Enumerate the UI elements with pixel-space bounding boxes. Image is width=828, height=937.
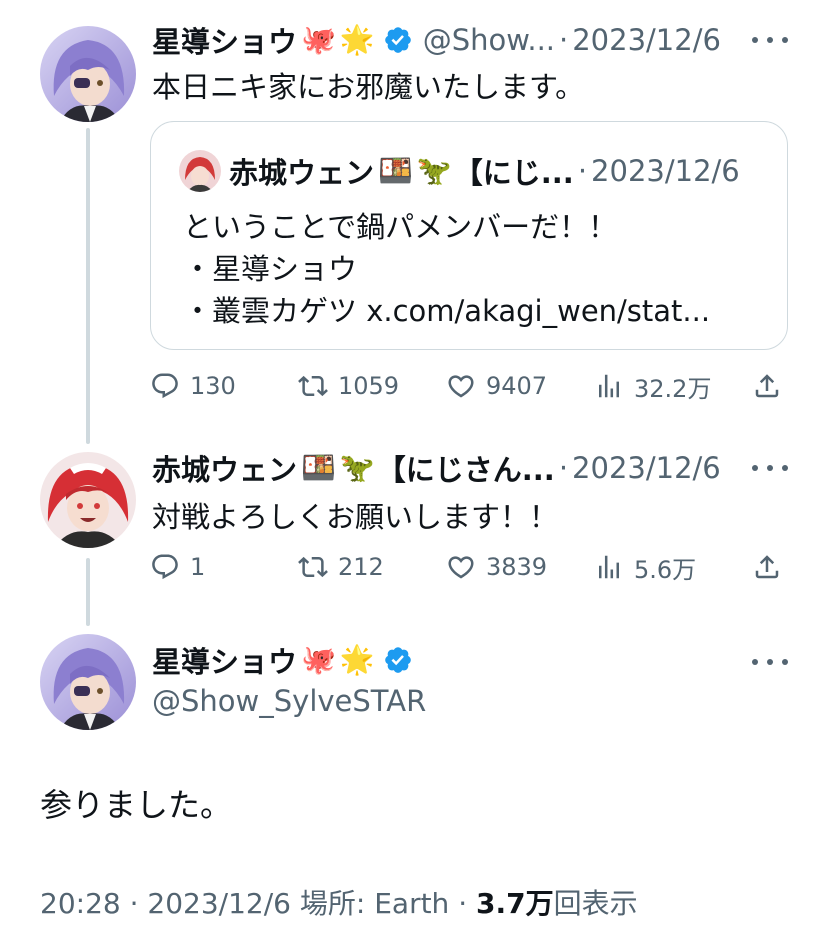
reply-count: 130 [190,372,236,400]
avatar[interactable] [40,634,136,730]
avatar[interactable] [40,26,136,122]
author-name[interactable]: 星導ショウ [152,639,297,681]
reply-icon [150,552,180,582]
view-count: 32.2万 [634,374,712,403]
main-tweet-header: 星導ショウ 🐙 🌟 [152,640,413,680]
octopus-emoji: 🐙 [301,23,336,56]
tweet-header: 星導ショウ 🐙 🌟 @Show... · 2023/12/6 [152,20,721,60]
retweet-icon [298,552,328,582]
retweet-count: 1059 [338,372,400,400]
tweet-actions: 130 1059 9407 32.2万 [150,366,788,406]
quote-header: 赤城ウェン 🍱 🦖 【にじ... · 2023/12/6 [229,151,740,191]
star-emoji: 🌟 [339,23,375,56]
thread-line [86,558,90,626]
share-icon [752,371,782,401]
bento-emoji: 🍱 [378,154,413,187]
separator: · [120,887,148,920]
dinosaur-emoji: 🦖 [416,154,452,187]
views-icon [594,371,624,401]
quote-line: ・星導ショウ [183,252,358,286]
tweet-date[interactable]: 2023/12/6 [572,23,721,57]
views-label: 回表示 [553,887,638,920]
separator: · [449,887,477,920]
reply-icon [150,371,180,401]
avatar[interactable] [40,452,136,548]
views-icon [594,552,624,582]
author-handle[interactable]: @Show_SylveSTAR [152,684,426,718]
quote-date: 2023/12/6 [591,154,740,188]
view-count: 5.6万 [634,555,697,584]
more-icon[interactable] [752,25,788,55]
separator: · [577,154,588,188]
separator: · [558,451,569,485]
tweet-header: 赤城ウェン 🍱 🦖 【にじさん... · 2023/12/6 [152,448,721,488]
more-icon[interactable] [752,453,788,483]
retweet-button[interactable]: 1059 [298,366,399,406]
quote-avatar [179,150,221,192]
thread-line [86,128,90,444]
tweet-text: 対戦よろしくお願いします！！ [152,500,559,534]
octopus-emoji: 🐙 [301,643,336,676]
views-button[interactable]: 5.6万 [594,547,696,587]
verified-badge-icon [383,645,413,675]
share-button[interactable] [752,547,792,587]
quote-card[interactable]: 赤城ウェン 🍱 🦖 【にじ... · 2023/12/6 ということで鍋パメンバ… [150,121,788,350]
heart-icon [446,552,476,582]
main-tweet-text: 参りました。 [40,786,233,824]
verified-badge-icon [383,25,413,55]
tweet-date[interactable]: 2023/12/6 [572,451,721,485]
separator: · [559,23,569,57]
author-handle[interactable]: @Show... [423,23,555,57]
like-count: 3839 [486,553,548,581]
tweet-location: 場所: Earth [290,887,450,920]
author-name-suffix[interactable]: 【にじさん... [377,447,555,489]
retweet-icon [298,371,328,401]
quote-line: ・叢雲カゲツ x.com/akagi_wen/stat... [183,294,711,328]
star-emoji: 🌟 [339,643,375,676]
retweet-count: 212 [338,553,384,581]
reply-button[interactable]: 130 [150,366,236,406]
views-button[interactable]: 32.2万 [594,366,711,406]
bento-emoji: 🍱 [301,451,336,484]
share-button[interactable] [752,366,792,406]
heart-icon [446,371,476,401]
reply-count: 1 [190,553,206,581]
retweet-button[interactable]: 212 [298,547,384,587]
tweet-date[interactable]: 2023/12/6 [147,887,291,920]
more-icon[interactable] [752,647,788,677]
tweet-text: 本日ニキ家にお邪魔いたします。 [152,70,585,104]
like-button[interactable]: 3839 [446,547,547,587]
author-name[interactable]: 星導ショウ [152,19,297,61]
like-count: 9407 [486,372,548,400]
tweet-time[interactable]: 20:28 [40,887,121,920]
author-name[interactable]: 赤城ウェン [152,447,297,489]
tweet-actions: 1 212 3839 5.6万 [150,547,788,587]
quote-author-name: 赤城ウェン [229,156,375,190]
quote-author-suffix: 【にじ... [453,156,574,190]
like-button[interactable]: 9407 [446,366,547,406]
view-count: 3.7万 [476,887,554,920]
quote-line: ということで鍋パメンバーだ！！ [183,210,618,244]
dinosaur-emoji: 🦖 [339,451,375,484]
reply-button[interactable]: 1 [150,547,205,587]
tweet-meta: 20:28 · 2023/12/6 場所: Earth · 3.7万回表示 [40,882,638,922]
share-icon [752,552,782,582]
